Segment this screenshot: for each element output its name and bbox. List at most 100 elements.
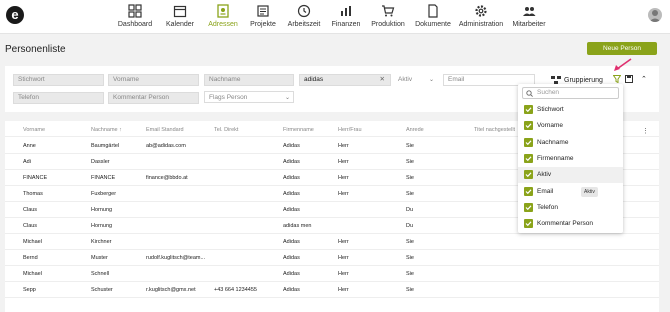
column-search-input[interactable]: Suchen	[522, 87, 619, 99]
table-cell: Michael	[23, 271, 42, 277]
nav-arbeitszeit[interactable]: Arbeitszeit	[282, 4, 326, 28]
table-row[interactable]	[5, 233, 659, 234]
table-cell: Du	[406, 223, 414, 229]
nav-projekte[interactable]: Projekte	[244, 4, 282, 28]
more-icon[interactable]: ⋮	[642, 127, 649, 135]
nav-label: Administration	[458, 21, 504, 28]
table-cell: Herr	[338, 143, 349, 149]
nav-label: Finanzen	[331, 21, 361, 28]
column-option[interactable]: Vorname	[518, 118, 623, 134]
nachname-field[interactable]: Nachname	[204, 74, 294, 86]
save-icon[interactable]	[625, 75, 633, 83]
stichwort-field[interactable]: Stichwort	[13, 74, 104, 86]
top-bar: e Dashboard Kalender Adressen Projekte A…	[0, 0, 670, 34]
table-cell: Sie	[406, 255, 414, 261]
table-cell: Herr	[338, 159, 349, 165]
checkbox-checked-icon[interactable]	[524, 186, 533, 196]
nav-produktion[interactable]: Produktion	[366, 4, 410, 28]
telefon-field[interactable]: Telefon	[13, 92, 104, 104]
app-logo[interactable]: e	[6, 6, 24, 24]
search-placeholder: Suchen	[537, 89, 560, 96]
column-option-label: Email	[537, 187, 554, 195]
calendar-icon	[173, 5, 187, 18]
nav-finanzen[interactable]: Finanzen	[326, 4, 366, 28]
column-option[interactable]: Kommentar Person	[518, 216, 623, 232]
checkbox-checked-icon[interactable]	[524, 105, 533, 114]
firmenname-field[interactable]: adidas ✕	[299, 74, 391, 86]
table-cell: Anne	[23, 143, 36, 149]
column-header[interactable]: Herr/Frau	[338, 127, 362, 133]
table-row[interactable]	[5, 249, 659, 250]
checkbox-checked-icon[interactable]	[524, 202, 533, 212]
table-cell: Bernd	[23, 255, 38, 261]
table-cell: Claus	[23, 207, 38, 213]
firmenname-value: adidas	[304, 76, 324, 83]
page-title: Personenliste	[5, 44, 66, 55]
nav-kalender[interactable]: Kalender	[158, 4, 202, 28]
column-option[interactable]: Stichwort	[518, 102, 623, 118]
kommentar-field[interactable]: Kommentar Person	[108, 92, 199, 104]
collapse-icon[interactable]: ⌃	[641, 75, 647, 83]
filter-icon[interactable]	[613, 75, 621, 83]
table-cell: Adidas	[283, 191, 300, 197]
column-header[interactable]: Anrede	[406, 127, 424, 133]
column-option[interactable]: Telefon	[518, 200, 623, 216]
flags-select[interactable]: Flags Person ⌄	[204, 91, 294, 103]
table-cell: Du	[406, 207, 414, 213]
clear-icon[interactable]: ✕	[380, 75, 385, 85]
nav-dokumente[interactable]: Dokumente	[410, 4, 456, 28]
checkbox-checked-icon[interactable]	[524, 137, 533, 147]
table-cell: finance@bbdo.at	[146, 175, 188, 181]
nav-mitarbeiter[interactable]: Mitarbeiter	[506, 4, 552, 28]
nav-label: Mitarbeiter	[512, 21, 546, 28]
table-cell: Sie	[406, 271, 414, 277]
column-header[interactable]: Nachname ↑	[91, 127, 122, 133]
table-row[interactable]	[5, 265, 659, 266]
nav-administration[interactable]: Administration	[456, 4, 506, 28]
table-cell: Adi	[23, 159, 31, 165]
table-cell: Sie	[406, 143, 414, 149]
table-cell: Schnell	[91, 271, 110, 277]
column-header[interactable]: Firmenname	[283, 127, 314, 133]
column-option-label: Firmenname	[537, 154, 574, 162]
table-cell: Herr	[338, 175, 349, 181]
column-option[interactable]: Firmenname	[518, 151, 623, 167]
table-cell: +43 664 1234455	[214, 287, 257, 293]
table-row[interactable]	[5, 297, 659, 298]
checkbox-checked-icon[interactable]	[524, 219, 533, 229]
column-header[interactable]: Titel nachgestellt	[474, 127, 515, 133]
table-cell: rudolf.kuglitsch@team...	[146, 255, 206, 261]
checkbox-checked-icon[interactable]	[524, 153, 533, 163]
new-person-button[interactable]: Neue Person	[587, 42, 657, 55]
dashboard-icon	[128, 4, 142, 18]
grouping-icon	[551, 76, 561, 84]
cart-icon	[382, 5, 395, 17]
nav-label: Dashboard	[117, 21, 153, 28]
table-cell: adidas men	[283, 223, 312, 229]
table-row[interactable]	[5, 281, 659, 282]
aktiv-select[interactable]: Aktiv ⌄	[396, 74, 437, 86]
user-avatar[interactable]	[648, 8, 662, 22]
search-icon	[526, 90, 533, 97]
nav-label: Dokumente	[415, 21, 451, 28]
column-option[interactable]: Email	[518, 184, 623, 200]
nav-dashboard[interactable]: Dashboard	[112, 4, 158, 28]
table-cell: ab@adidas.com	[146, 143, 186, 149]
gruppierung-label: Gruppierung	[564, 76, 603, 84]
table-cell: Dassler	[91, 159, 110, 165]
nav-label: Produktion	[371, 21, 405, 28]
column-option[interactable]: Aktiv	[518, 167, 623, 184]
gruppierung-button[interactable]: Gruppierung	[551, 76, 603, 84]
table-cell: Sepp	[23, 287, 36, 293]
vorname-field[interactable]: Vorname	[108, 74, 199, 86]
nav-label: Kalender	[165, 21, 195, 28]
column-header[interactable]: Tel. Direkt	[214, 127, 238, 133]
nav-adressen[interactable]: Adressen	[202, 4, 244, 28]
column-header[interactable]: Email Standard	[146, 127, 184, 133]
table-cell: FINANCE	[91, 175, 116, 181]
table-cell: Herr	[338, 239, 349, 245]
column-header[interactable]: Vorname	[23, 127, 45, 133]
column-option[interactable]: Nachname	[518, 135, 623, 151]
checkbox-checked-icon[interactable]	[524, 121, 533, 131]
checkbox-checked-icon[interactable]	[524, 170, 533, 180]
